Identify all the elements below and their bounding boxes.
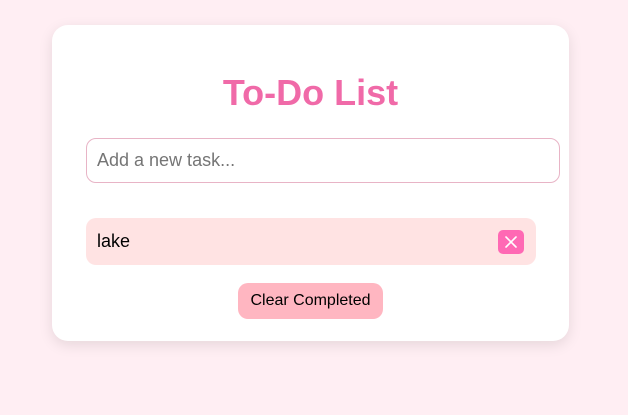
clear-completed-button[interactable]: Clear Completed xyxy=(238,283,383,319)
task-text[interactable]: lake xyxy=(97,218,130,265)
task-list: lake xyxy=(86,218,536,265)
new-task-input[interactable] xyxy=(86,138,560,183)
task-item[interactable]: lake xyxy=(86,218,536,265)
todo-card: To-Do List lake Clear Completed xyxy=(52,25,569,341)
page-title: To-Do List xyxy=(222,72,399,113)
close-icon xyxy=(505,236,517,248)
delete-task-button[interactable] xyxy=(498,230,524,254)
